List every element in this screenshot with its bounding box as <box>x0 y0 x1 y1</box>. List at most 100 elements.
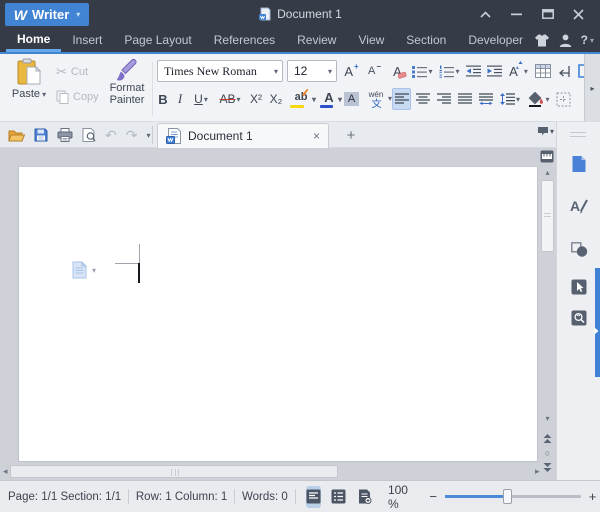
new-tab-button[interactable]: + <box>341 125 361 145</box>
open-button[interactable] <box>8 129 25 142</box>
show-marks-button[interactable] <box>554 60 573 82</box>
tab-developer[interactable]: Developer <box>457 28 534 52</box>
char-shading-button[interactable]: A <box>343 88 360 110</box>
styles-pane-button[interactable]: A <box>569 196 589 216</box>
sidebar-handle[interactable] <box>570 132 586 137</box>
distribute-button[interactable] <box>476 88 495 110</box>
selection-pane-button[interactable] <box>569 277 589 297</box>
zoom-controls: 100 % − + <box>374 483 600 511</box>
insert-table-button[interactable] <box>533 60 552 82</box>
row-column-status[interactable]: Row: 1 Column: 1 <box>129 491 234 503</box>
italic-button[interactable]: I <box>173 88 187 110</box>
text-effects-button[interactable]: A ▾ <box>506 60 531 82</box>
font-name-combobox[interactable]: Times New Roman ▾ <box>157 60 283 82</box>
tab-references[interactable]: References <box>203 28 286 52</box>
scroll-up-button[interactable]: ▴ <box>541 168 554 177</box>
skin-button[interactable] <box>534 34 550 47</box>
bold-button[interactable]: B <box>155 88 171 110</box>
horizontal-scrollbar-thumb[interactable] <box>10 465 338 478</box>
task-pane-page-button[interactable] <box>569 154 589 174</box>
select-browse-object-button[interactable]: ○ <box>541 448 554 458</box>
page-section-status[interactable]: Page: 1/1 Section: 1/1 <box>0 491 128 503</box>
superscript-button[interactable]: X² <box>247 88 265 110</box>
numbered-list-button[interactable]: ▾ <box>437 60 462 82</box>
open-folder-icon <box>8 130 25 141</box>
phonetic-guide-button[interactable]: wén ▾ <box>362 88 392 110</box>
justify-icon <box>457 93 472 104</box>
align-left-button[interactable] <box>392 88 411 110</box>
outline-view-button[interactable] <box>331 486 346 508</box>
underline-button[interactable]: U ▾ <box>189 88 213 110</box>
zoom-out-button[interactable]: − <box>426 489 441 504</box>
maximize-button[interactable] <box>532 1 563 27</box>
find-replace-pane-button[interactable] <box>569 308 589 328</box>
document-page[interactable] <box>18 166 538 462</box>
zoom-in-button[interactable]: + <box>585 489 600 504</box>
hide-ribbon-button[interactable] <box>470 1 501 27</box>
tab-view[interactable]: View <box>347 28 395 52</box>
outline-view-icon <box>331 489 346 504</box>
tab-page-layout[interactable]: Page Layout <box>113 28 202 52</box>
justify-button[interactable] <box>455 88 474 110</box>
plus-mark: + <box>354 61 359 71</box>
save-button[interactable] <box>34 128 48 142</box>
scroll-left-button[interactable]: ◂ <box>3 466 8 477</box>
bullet-list-button[interactable]: ▾ <box>410 60 435 82</box>
scroll-down-button[interactable]: ▾ <box>541 414 554 423</box>
tab-list-button[interactable]: ▾ <box>537 126 554 137</box>
cut-button[interactable]: ✂ Cut <box>56 64 88 80</box>
char-shading-icon: A <box>343 92 360 106</box>
superscript-icon: X² <box>250 92 262 106</box>
increase-indent-button[interactable] <box>485 60 504 82</box>
zoom-slider[interactable] <box>444 489 582 504</box>
next-page-button[interactable] <box>541 462 554 472</box>
tab-insert[interactable]: Insert <box>61 28 113 52</box>
shading-button[interactable]: ▾ <box>525 88 552 110</box>
account-button[interactable] <box>559 34 572 47</box>
customize-qat-button[interactable]: ▾ <box>146 131 150 140</box>
scroll-right-button[interactable]: ▸ <box>535 466 540 477</box>
web-view-button[interactable] <box>356 486 372 508</box>
minimize-button[interactable] <box>501 1 532 27</box>
print-button[interactable] <box>57 128 73 142</box>
align-right-button[interactable] <box>434 88 453 110</box>
print-preview-button[interactable] <box>82 128 96 142</box>
borders-button[interactable] <box>554 88 573 110</box>
highlight-button[interactable]: ab ▾ <box>287 88 316 110</box>
vertical-scrollbar-thumb[interactable] <box>541 180 554 252</box>
clear-format-button[interactable]: A <box>387 60 408 82</box>
app-menu-button[interactable]: W Writer ▾ <box>5 3 89 26</box>
align-center-button[interactable] <box>413 88 432 110</box>
tab-review[interactable]: Review <box>286 28 347 52</box>
decrease-indent-button[interactable] <box>464 60 483 82</box>
font-size-combobox[interactable]: 12 ▾ <box>287 60 337 82</box>
copy-button[interactable]: Copy <box>56 90 99 104</box>
tab-close-icon[interactable]: × <box>313 129 320 143</box>
ribbon-expand-strip[interactable]: ▸ <box>584 54 600 121</box>
undo-button[interactable]: ↶ <box>105 127 117 144</box>
document-tab[interactable]: Document 1 × <box>157 123 329 148</box>
shrink-font-button[interactable]: A − <box>364 60 385 82</box>
zoom-slider-handle[interactable] <box>502 489 512 504</box>
tab-home[interactable]: Home <box>6 28 62 52</box>
format-painter-button[interactable]: Format Painter <box>104 57 150 119</box>
help-button[interactable]: ? ▾ <box>581 33 594 47</box>
subscript-button[interactable]: X₂ <box>267 88 285 110</box>
ruler-toggle-button[interactable] <box>540 150 554 163</box>
paste-options-button[interactable]: ▾ <box>71 261 96 279</box>
previous-page-button[interactable] <box>541 434 554 444</box>
shapes-pane-button[interactable] <box>569 239 589 259</box>
strikethrough-button[interactable]: AB ▾ <box>215 88 245 110</box>
zoom-level[interactable]: 100 % <box>388 483 420 511</box>
line-spacing-button[interactable]: ▾ <box>497 88 523 110</box>
wps-writer-window: W Writer ▾ Document 1 Home Insert Page L… <box>0 0 600 512</box>
page-view-button[interactable] <box>305 485 321 508</box>
paste-button[interactable]: Paste ▾ <box>8 58 50 116</box>
font-color-button[interactable]: A ▾ <box>317 88 342 110</box>
collapsed-pane-strip[interactable] <box>595 268 600 377</box>
close-button[interactable] <box>563 1 594 27</box>
words-status[interactable]: Words: 0 <box>235 491 295 503</box>
grow-font-button[interactable]: A + <box>341 60 362 82</box>
redo-button[interactable]: ↷ <box>126 127 138 144</box>
tab-section[interactable]: Section <box>395 28 457 52</box>
